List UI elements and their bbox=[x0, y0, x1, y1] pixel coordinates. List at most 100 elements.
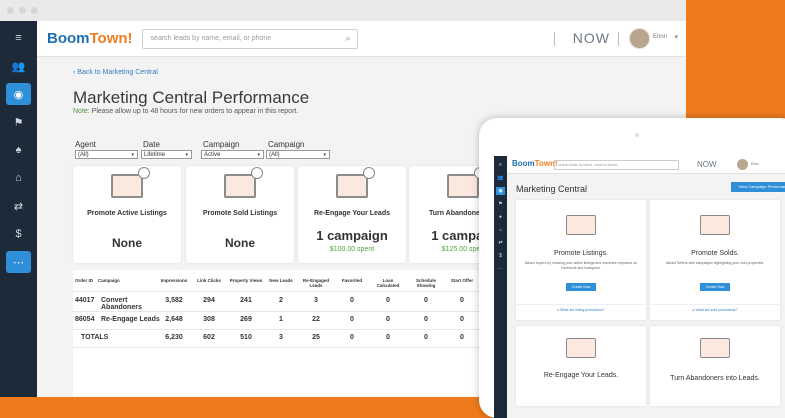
people-icon[interactable]: 👥 bbox=[6, 55, 31, 77]
filter-value: (All) bbox=[269, 152, 280, 158]
col-link-clicks: Link Clicks bbox=[197, 278, 221, 283]
view-performance-button[interactable]: View Campaign Performance bbox=[731, 182, 785, 192]
home-icon[interactable]: ⌂ bbox=[496, 226, 505, 234]
cell: 602 bbox=[203, 334, 215, 341]
tablet-top-bar: BoomTown! search leads by name, email or… bbox=[507, 156, 785, 174]
listing-icon bbox=[111, 167, 150, 198]
cell: 0 bbox=[460, 334, 464, 341]
logo-part-a: Boom bbox=[47, 30, 90, 47]
col-loan: Loan Calculated bbox=[376, 278, 400, 288]
user-name[interactable]: Erinn bbox=[653, 34, 667, 40]
card-promote-sold: Promote Sold Listings None bbox=[186, 166, 294, 263]
card-value: None bbox=[112, 236, 142, 250]
promo-card-abandoners: Turn Abandoners into Leads. bbox=[650, 326, 780, 406]
note: Note: Please allow up to 48 hours for ne… bbox=[73, 108, 298, 115]
filter-value: Lifetime bbox=[144, 152, 166, 158]
people-icon[interactable]: 👥 bbox=[496, 174, 505, 182]
home-icon[interactable]: ⌂ bbox=[6, 167, 31, 189]
col-property-views: Property Views bbox=[229, 278, 263, 283]
cell: 308 bbox=[203, 316, 215, 323]
card-re-engage: Re-Engage Your Leads 1 campaign $100.00 … bbox=[298, 166, 406, 263]
col-order-id: Order ID bbox=[75, 278, 94, 283]
transfer-icon[interactable]: ⇄ bbox=[6, 195, 31, 217]
table-header: Order ID Campaign Impressions Link Click… bbox=[73, 278, 493, 292]
card-title: Promote Listings. bbox=[553, 250, 609, 257]
listing-icon bbox=[566, 215, 596, 235]
table-row[interactable]: 86054 Re-Engage Leads 2,648 308 269 1 22… bbox=[73, 316, 493, 330]
user-name[interactable]: Erinn bbox=[751, 162, 759, 166]
window-dot[interactable] bbox=[19, 7, 26, 14]
logo[interactable]: BoomTown! bbox=[512, 159, 558, 168]
search-input[interactable]: search leads by name, email, or phone ⌕ bbox=[141, 28, 358, 49]
search-icon[interactable]: ⌕ bbox=[346, 33, 351, 44]
cell: 2,648 bbox=[165, 316, 183, 323]
sold-icon bbox=[700, 215, 730, 235]
col-favorited: Favorited bbox=[341, 278, 363, 283]
cell: 0 bbox=[424, 334, 428, 341]
menu-icon[interactable]: ≡ bbox=[496, 161, 505, 169]
cell: Re-Engage Leads bbox=[101, 316, 160, 323]
totals-label: TOTALS bbox=[81, 334, 109, 341]
window-dot[interactable] bbox=[31, 7, 38, 14]
help-link[interactable]: ▸ What are sold promotions? bbox=[650, 304, 780, 312]
filter-value: Active bbox=[204, 152, 221, 158]
fire-icon[interactable]: ♠ bbox=[6, 139, 31, 161]
card-spent: $100.00 spent bbox=[329, 246, 375, 253]
dollar-icon[interactable]: $ bbox=[6, 223, 31, 245]
promo-card-listings: Promote Listings. Attract buyers by show… bbox=[516, 200, 646, 320]
divider bbox=[618, 32, 619, 46]
create-now-button[interactable]: Create Now bbox=[700, 283, 730, 291]
cell: 241 bbox=[240, 297, 252, 304]
chevron-down-icon[interactable]: ▾ bbox=[674, 33, 678, 41]
card-title: Re-Engage Your Leads bbox=[314, 210, 390, 217]
dollar-icon[interactable]: $ bbox=[496, 252, 505, 260]
email-icon bbox=[566, 338, 596, 358]
camera bbox=[635, 133, 639, 137]
cell: 86054 bbox=[75, 316, 95, 323]
avatar[interactable] bbox=[737, 159, 748, 170]
cell: 0 bbox=[424, 316, 428, 323]
filter-select-agent[interactable]: (All) ▾ bbox=[75, 150, 138, 159]
filter-select-campaign-status[interactable]: Active ▾ bbox=[201, 150, 264, 159]
filter-value: (All) bbox=[78, 152, 89, 158]
card-value: None bbox=[225, 236, 255, 250]
transfer-icon[interactable]: ⇄ bbox=[496, 239, 505, 247]
divider bbox=[73, 291, 482, 292]
promo-card-solds: Promote Solds. Attract Sellers with camp… bbox=[650, 200, 780, 320]
flag-icon[interactable]: ⚑ bbox=[496, 200, 505, 208]
cell: 0 bbox=[350, 334, 354, 341]
filter-select-date-range[interactable]: Lifetime ▾ bbox=[141, 150, 192, 159]
help-link[interactable]: ▸ What are listing promotions? bbox=[516, 304, 646, 312]
more-icon[interactable]: ⋯ bbox=[496, 265, 505, 273]
card-value: 1 campaign bbox=[316, 228, 388, 243]
col-campaign: Campaign bbox=[98, 278, 120, 283]
avatar[interactable] bbox=[629, 28, 650, 49]
cell: Convert Abandoners bbox=[101, 297, 142, 311]
card-desc: Attract buyers by showing your active li… bbox=[524, 261, 638, 270]
page-title: Marketing Central Performance bbox=[73, 88, 310, 107]
marketing-icon[interactable]: ◉ bbox=[6, 83, 31, 105]
now-label[interactable]: NOW bbox=[697, 160, 717, 169]
flag-icon[interactable]: ⚑ bbox=[6, 111, 31, 133]
cell: 2 bbox=[279, 297, 283, 304]
menu-icon[interactable]: ≡ bbox=[6, 27, 31, 49]
note-label: Note: bbox=[73, 108, 90, 115]
divider bbox=[73, 347, 482, 348]
sidebar: ≡ 👥 ◉ ⚑ ♠ ⌂ ⇄ $ ⋯ bbox=[0, 21, 37, 397]
logo[interactable]: BoomTown! bbox=[47, 30, 133, 47]
create-now-button[interactable]: Create Now bbox=[566, 283, 596, 291]
filter-select-campaign-type[interactable]: (All) ▾ bbox=[266, 150, 330, 159]
now-label[interactable]: NOW bbox=[573, 30, 610, 46]
table-row[interactable]: 44017 Convert Abandoners 3,582 294 241 2… bbox=[73, 297, 493, 311]
cell: 0 bbox=[386, 316, 390, 323]
cell: 0 bbox=[460, 316, 464, 323]
cell: 22 bbox=[312, 316, 320, 323]
back-link[interactable]: ‹ Back to Marketing Central bbox=[73, 69, 158, 76]
window-dot[interactable] bbox=[7, 7, 14, 14]
fire-icon[interactable]: ♠ bbox=[496, 213, 505, 221]
tablet-screen: ≡ 👥 ◉ ⚑ ♠ ⌂ ⇄ $ ⋯ BoomTown! search leads… bbox=[494, 156, 785, 418]
marketing-icon[interactable]: ◉ bbox=[496, 187, 505, 195]
cell: 3 bbox=[314, 297, 318, 304]
more-icon[interactable]: ⋯ bbox=[6, 251, 31, 273]
search-input[interactable]: search leads by name, email or phone bbox=[554, 160, 679, 170]
